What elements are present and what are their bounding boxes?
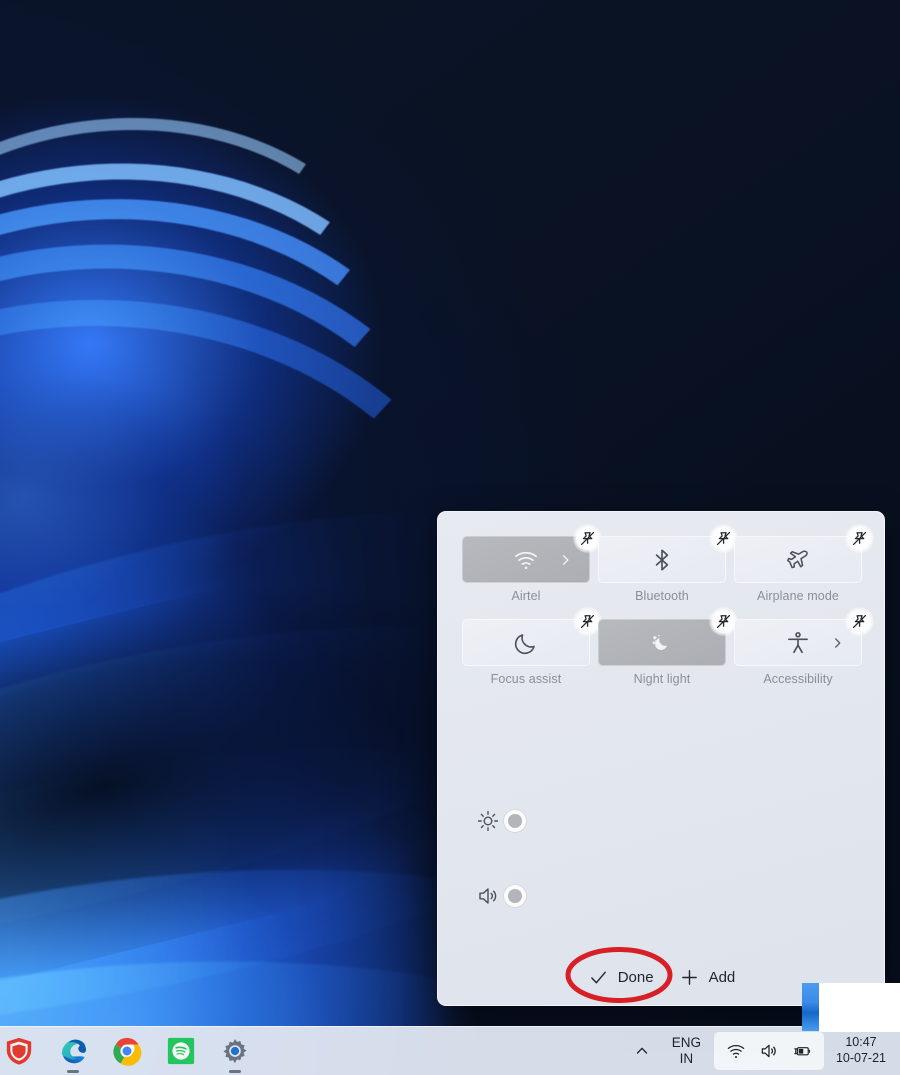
taskbar-running-indicator	[67, 1069, 79, 1073]
taskbar-running-indicator	[229, 1069, 241, 1073]
language-line-2: IN	[679, 1051, 694, 1066]
wifi-toggle-button[interactable]	[462, 536, 590, 583]
chevron-right-icon[interactable]	[832, 637, 843, 648]
plus-icon	[681, 969, 697, 985]
taskbar-clock[interactable]: 10:47 10-07-21	[824, 1035, 900, 1066]
unpin-icon	[716, 531, 731, 546]
quick-tile-label-airplane-mode: Airplane mode	[757, 589, 839, 603]
bluetooth-toggle-button[interactable]	[598, 536, 726, 583]
unpin-icon	[580, 531, 595, 546]
spotify-icon	[167, 1037, 195, 1065]
add-button-label: Add	[708, 968, 736, 986]
add-button[interactable]: Add	[680, 968, 736, 987]
wifi-icon	[514, 551, 538, 569]
quick-tile-label-bluetooth: Bluetooth	[635, 589, 689, 603]
chrome-icon	[113, 1037, 142, 1066]
language-indicator[interactable]: ENG IN	[659, 1035, 714, 1067]
quick-tile-label-accessibility: Accessibility	[763, 672, 833, 686]
done-button[interactable]: Done	[589, 968, 654, 987]
brightness-slider-thumb[interactable]	[504, 810, 526, 832]
airplane-mode-toggle-button[interactable]	[734, 536, 862, 583]
unpin-button-airplane-mode[interactable]	[845, 524, 874, 553]
quick-settings-tiles-grid: Airtel Bluetooth Airplane mode Focus ass…	[462, 524, 874, 686]
quick-tile-label-focus-assist: Focus assist	[490, 672, 562, 686]
checkmark-icon	[590, 971, 606, 983]
quick-tile-wifi: Airtel	[462, 524, 602, 603]
taskbar-item-chrome[interactable]	[100, 1027, 154, 1075]
volume-icon	[761, 1044, 776, 1058]
accessibility-toggle-button[interactable]	[734, 619, 862, 666]
quick-tile-accessibility: Accessibility	[734, 607, 874, 686]
volume-icon	[479, 888, 497, 904]
taskbar-item-settings[interactable]	[208, 1027, 262, 1075]
wifi-icon	[727, 1044, 745, 1058]
quick-tile-label-night-light: Night light	[633, 672, 691, 686]
unpin-icon	[580, 614, 595, 629]
chevron-up-icon	[636, 1047, 647, 1054]
taskbar-item-spotify[interactable]	[154, 1027, 208, 1075]
accessibility-icon	[788, 631, 808, 653]
volume-slider-thumb[interactable]	[504, 885, 526, 907]
quick-tile-airplane-mode: Airplane mode	[734, 524, 874, 603]
volume-slider-row	[0, 883, 526, 909]
done-button-label: Done	[617, 968, 654, 986]
battery-charging-icon	[794, 1047, 811, 1056]
overlay-blue-bar-artifact	[802, 983, 819, 1031]
brightness-slider-row	[0, 808, 526, 834]
taskbar-system-area: ENG IN 10:47 10-07-21	[625, 1027, 900, 1075]
moon-icon	[514, 633, 535, 654]
unpin-icon	[852, 531, 867, 546]
unpin-button-accessibility[interactable]	[845, 607, 874, 636]
language-line-1: ENG	[671, 1035, 701, 1051]
system-tray-button[interactable]	[713, 1032, 824, 1070]
focus-assist-toggle-button[interactable]	[462, 619, 590, 666]
night-light-toggle-button[interactable]	[598, 619, 726, 666]
shield-app-icon	[6, 1037, 32, 1065]
quick-settings-panel: Airtel Bluetooth Airplane mode Focus ass…	[437, 511, 885, 1006]
quick-tile-label-wifi: Airtel	[511, 589, 541, 603]
airplane-icon	[787, 549, 808, 568]
quick-tile-focus-assist: Focus assist	[462, 607, 602, 686]
bluetooth-icon	[655, 548, 669, 571]
taskbar-item-edge[interactable]	[46, 1027, 100, 1075]
unpin-icon	[852, 614, 867, 629]
chevron-right-icon[interactable]	[560, 554, 571, 565]
show-hidden-icons-button[interactable]	[625, 1044, 659, 1058]
quick-tile-bluetooth: Bluetooth	[598, 524, 738, 603]
edge-icon	[61, 1039, 87, 1064]
quick-tile-night-light: Night light	[598, 607, 738, 686]
settings-gear-icon	[223, 1039, 247, 1063]
taskbar-app-list	[0, 1027, 262, 1075]
taskbar-item-shield[interactable]	[0, 1027, 46, 1075]
night-light-icon	[652, 634, 667, 650]
brightness-icon	[477, 810, 499, 832]
overlay-white-box-artifact	[819, 983, 900, 1032]
taskbar: ENG IN 10:47 10-07-21	[0, 1026, 900, 1075]
unpin-icon	[716, 614, 731, 629]
clock-time: 10:47	[845, 1035, 877, 1050]
clock-date: 10-07-21	[835, 1051, 886, 1065]
